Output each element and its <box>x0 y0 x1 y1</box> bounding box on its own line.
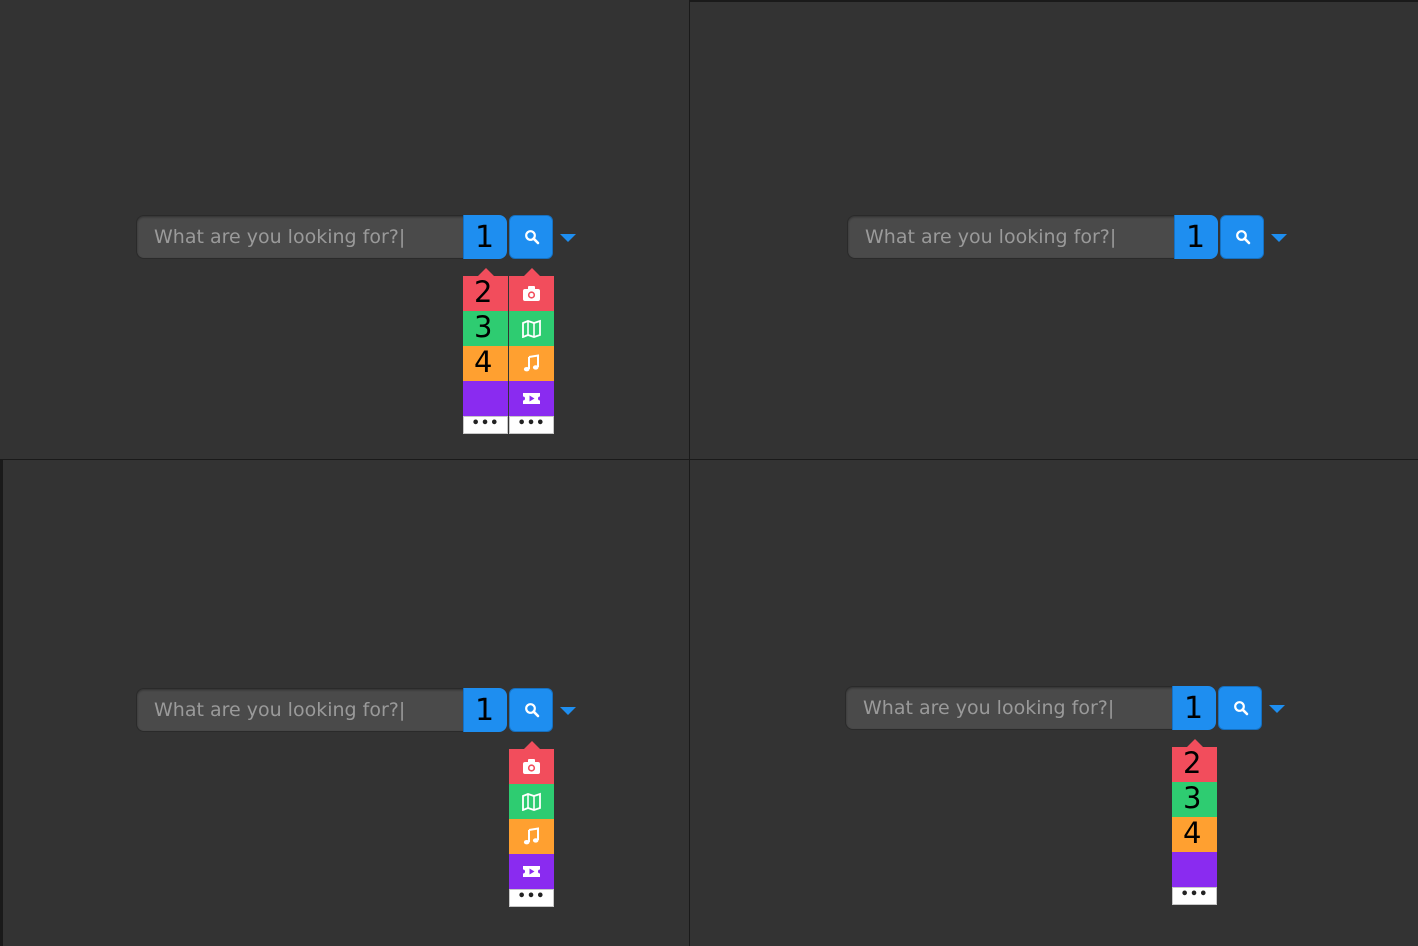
map-icon <box>522 792 541 811</box>
horizontal-divider <box>0 459 1418 460</box>
search-icon <box>525 703 540 718</box>
text-caret: | <box>398 699 406 721</box>
camera-icon <box>523 286 540 301</box>
menu-item-3[interactable]: 3 <box>463 311 508 346</box>
label-1: 1 <box>475 693 495 728</box>
category-button[interactable]: 1 <box>463 688 507 732</box>
label-2: 2 <box>1183 746 1202 780</box>
menu-item-2[interactable]: 2 <box>463 276 508 311</box>
label-4: 4 <box>474 345 493 379</box>
search-bar-panel-4: What are you looking for?| 1 <box>845 686 1285 732</box>
menu-item-4[interactable]: 4 <box>463 346 508 381</box>
dropdown-arrow-icon[interactable] <box>1271 234 1287 242</box>
menu-item-photos[interactable] <box>509 276 554 311</box>
menu-item-2[interactable]: 2 <box>1172 747 1217 782</box>
more-icon: ••• <box>1180 887 1209 902</box>
category-button[interactable]: 1 <box>1172 686 1216 730</box>
more-item[interactable]: ••• <box>463 416 508 434</box>
search-button[interactable] <box>509 688 553 732</box>
map-icon <box>522 319 541 338</box>
search-input[interactable]: What are you looking for?| <box>136 688 472 732</box>
more-icon: ••• <box>517 416 546 431</box>
numbered-category-menu: 2 3 4 ••• <box>463 268 508 434</box>
text-caret: | <box>398 226 406 248</box>
menu-item-tickets[interactable] <box>509 381 554 416</box>
search-icon <box>1236 230 1251 245</box>
label-3: 3 <box>474 310 493 344</box>
menu-item-tickets[interactable] <box>509 854 554 889</box>
search-placeholder: What are you looking for? <box>863 697 1108 719</box>
search-placeholder: What are you looking for? <box>154 226 399 248</box>
music-icon <box>523 827 539 845</box>
menu-item-maps[interactable] <box>509 311 554 346</box>
menu-item-music[interactable] <box>509 346 554 381</box>
icon-category-menu: ••• <box>509 741 554 907</box>
search-placeholder: What are you looking for? <box>865 226 1110 248</box>
bottom-left-border <box>0 459 3 946</box>
search-placeholder: What are you looking for? <box>154 699 399 721</box>
menu-item-maps[interactable] <box>509 784 554 819</box>
camera-icon <box>523 759 540 774</box>
search-bar-panel-1: What are you looking for?| 1 <box>136 215 576 261</box>
text-caret: | <box>1107 697 1115 719</box>
vertical-divider <box>689 0 690 946</box>
label-4: 4 <box>1183 816 1202 850</box>
ticket-icon <box>522 393 541 404</box>
label-1: 1 <box>1186 220 1206 255</box>
more-item[interactable]: ••• <box>509 416 554 434</box>
dropdown-arrow-icon[interactable] <box>560 707 576 715</box>
label-2: 2 <box>474 275 493 309</box>
label-3: 3 <box>1183 781 1202 815</box>
ticket-icon <box>522 866 541 877</box>
label-1: 1 <box>475 220 495 255</box>
icon-category-menu: ••• <box>509 268 554 434</box>
menu-item-5[interactable] <box>463 381 508 416</box>
more-icon: ••• <box>517 889 546 904</box>
dropdown-arrow-icon[interactable] <box>1269 705 1285 713</box>
more-icon: ••• <box>471 416 500 431</box>
text-caret: | <box>1109 226 1117 248</box>
numbered-category-menu: 2 3 4 ••• <box>1172 739 1217 905</box>
menu-item-photos[interactable] <box>509 749 554 784</box>
search-input[interactable]: What are you looking for?| <box>847 215 1183 259</box>
top-right-border <box>690 0 1418 2</box>
search-input[interactable]: What are you looking for?| <box>136 215 472 259</box>
category-button[interactable]: 1 <box>463 215 507 259</box>
music-icon <box>523 354 539 372</box>
search-button[interactable] <box>1218 686 1262 730</box>
search-button[interactable] <box>509 215 553 259</box>
menu-item-3[interactable]: 3 <box>1172 782 1217 817</box>
menu-item-music[interactable] <box>509 819 554 854</box>
search-input[interactable]: What are you looking for?| <box>845 686 1181 730</box>
label-1: 1 <box>1184 691 1204 726</box>
search-bar-panel-3: What are you looking for?| 1 <box>136 688 576 734</box>
more-item[interactable]: ••• <box>509 889 554 907</box>
category-button[interactable]: 1 <box>1174 215 1218 259</box>
more-item[interactable]: ••• <box>1172 887 1217 905</box>
dropdown-arrow-icon[interactable] <box>560 234 576 242</box>
menu-item-5[interactable] <box>1172 852 1217 887</box>
menu-item-4[interactable]: 4 <box>1172 817 1217 852</box>
search-icon <box>525 230 540 245</box>
search-bar-panel-2: What are you looking for?| 1 <box>847 215 1287 261</box>
search-button[interactable] <box>1220 215 1264 259</box>
search-icon <box>1234 701 1249 716</box>
